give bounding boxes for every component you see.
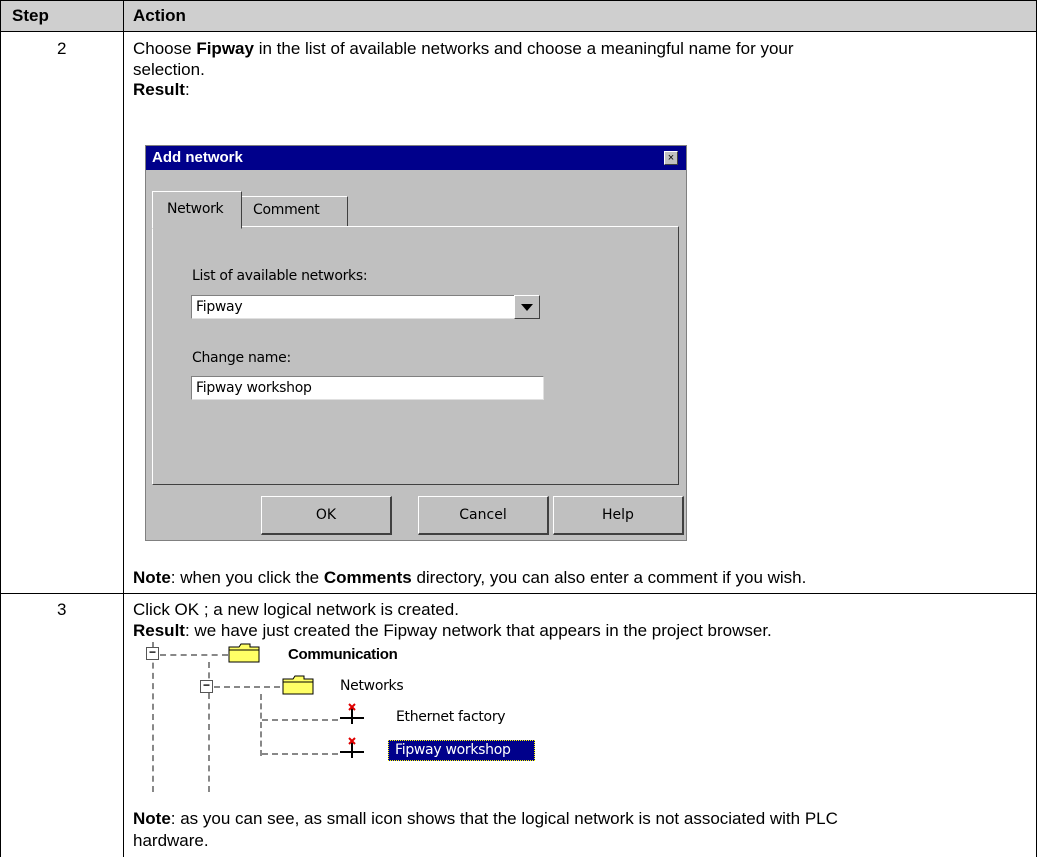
dialog-titlebar: Add network × [146, 146, 686, 170]
row3-result: Result: we have just created the Fipway … [133, 621, 772, 640]
cancel-button[interactable]: Cancel [418, 496, 549, 535]
step-number: 3 [57, 600, 67, 619]
tab-network-label: Network [167, 201, 224, 217]
network-icon [340, 737, 364, 758]
header-step: Step [12, 6, 49, 25]
network-dropdown[interactable]: Fipway [191, 295, 515, 319]
chevron-down-icon[interactable] [514, 295, 540, 319]
row2-line2: selection. [133, 60, 205, 79]
tree-root-label[interactable]: Communication [288, 646, 398, 663]
table-border-top [0, 0, 1037, 1]
help-button[interactable]: Help [553, 496, 684, 535]
tree-line [260, 694, 262, 756]
tab-comment-label: Comment [253, 202, 320, 218]
tree-item-fipway-selected[interactable]: Fipway workshop [388, 740, 535, 761]
add-network-dialog: Add network × Network Comment List of av… [145, 145, 687, 541]
header-action: Action [133, 6, 186, 25]
row3-note-line2: hardware. [133, 831, 209, 850]
table-border-left [0, 0, 1, 857]
table-column-divider [123, 0, 124, 857]
dialog-title: Add network [152, 149, 243, 166]
step-number: 2 [57, 39, 67, 58]
collapse-icon[interactable]: − [200, 679, 213, 693]
folder-icon [228, 643, 260, 663]
collapse-icon[interactable]: − [146, 646, 159, 660]
tree-line [262, 753, 338, 755]
row2-result: Result: [133, 80, 190, 99]
tab-network[interactable]: Network [152, 191, 242, 229]
tree-line [214, 686, 280, 688]
tree-line [262, 719, 338, 721]
header-divider [0, 31, 1037, 32]
tab-comment[interactable]: Comment [241, 196, 348, 227]
row2-line1: Choose Fipway in the list of available n… [133, 39, 794, 58]
close-icon[interactable]: × [664, 151, 678, 165]
folder-icon [282, 675, 314, 695]
list-label: List of available networks: [192, 268, 368, 284]
network-icon [340, 703, 364, 724]
tree-line [160, 654, 228, 656]
name-input[interactable]: Fipway workshop [191, 376, 544, 400]
row3-line1: Click OK ; a new logical network is crea… [133, 600, 459, 619]
ok-button[interactable]: OK [261, 496, 392, 535]
name-label: Change name: [192, 350, 291, 366]
row-divider [0, 593, 1037, 594]
tree-item-ethernet[interactable]: Ethernet factory [396, 709, 506, 725]
network-tab-panel: List of available networks: Fipway Chang… [152, 226, 679, 485]
row2-note: Note: when you click the Comments direct… [133, 568, 807, 587]
tree-line [152, 642, 154, 792]
tree-networks-label[interactable]: Networks [340, 678, 404, 694]
table-border-right [1036, 0, 1037, 857]
row3-note-line1: Note: as you can see, as small icon show… [133, 809, 838, 828]
